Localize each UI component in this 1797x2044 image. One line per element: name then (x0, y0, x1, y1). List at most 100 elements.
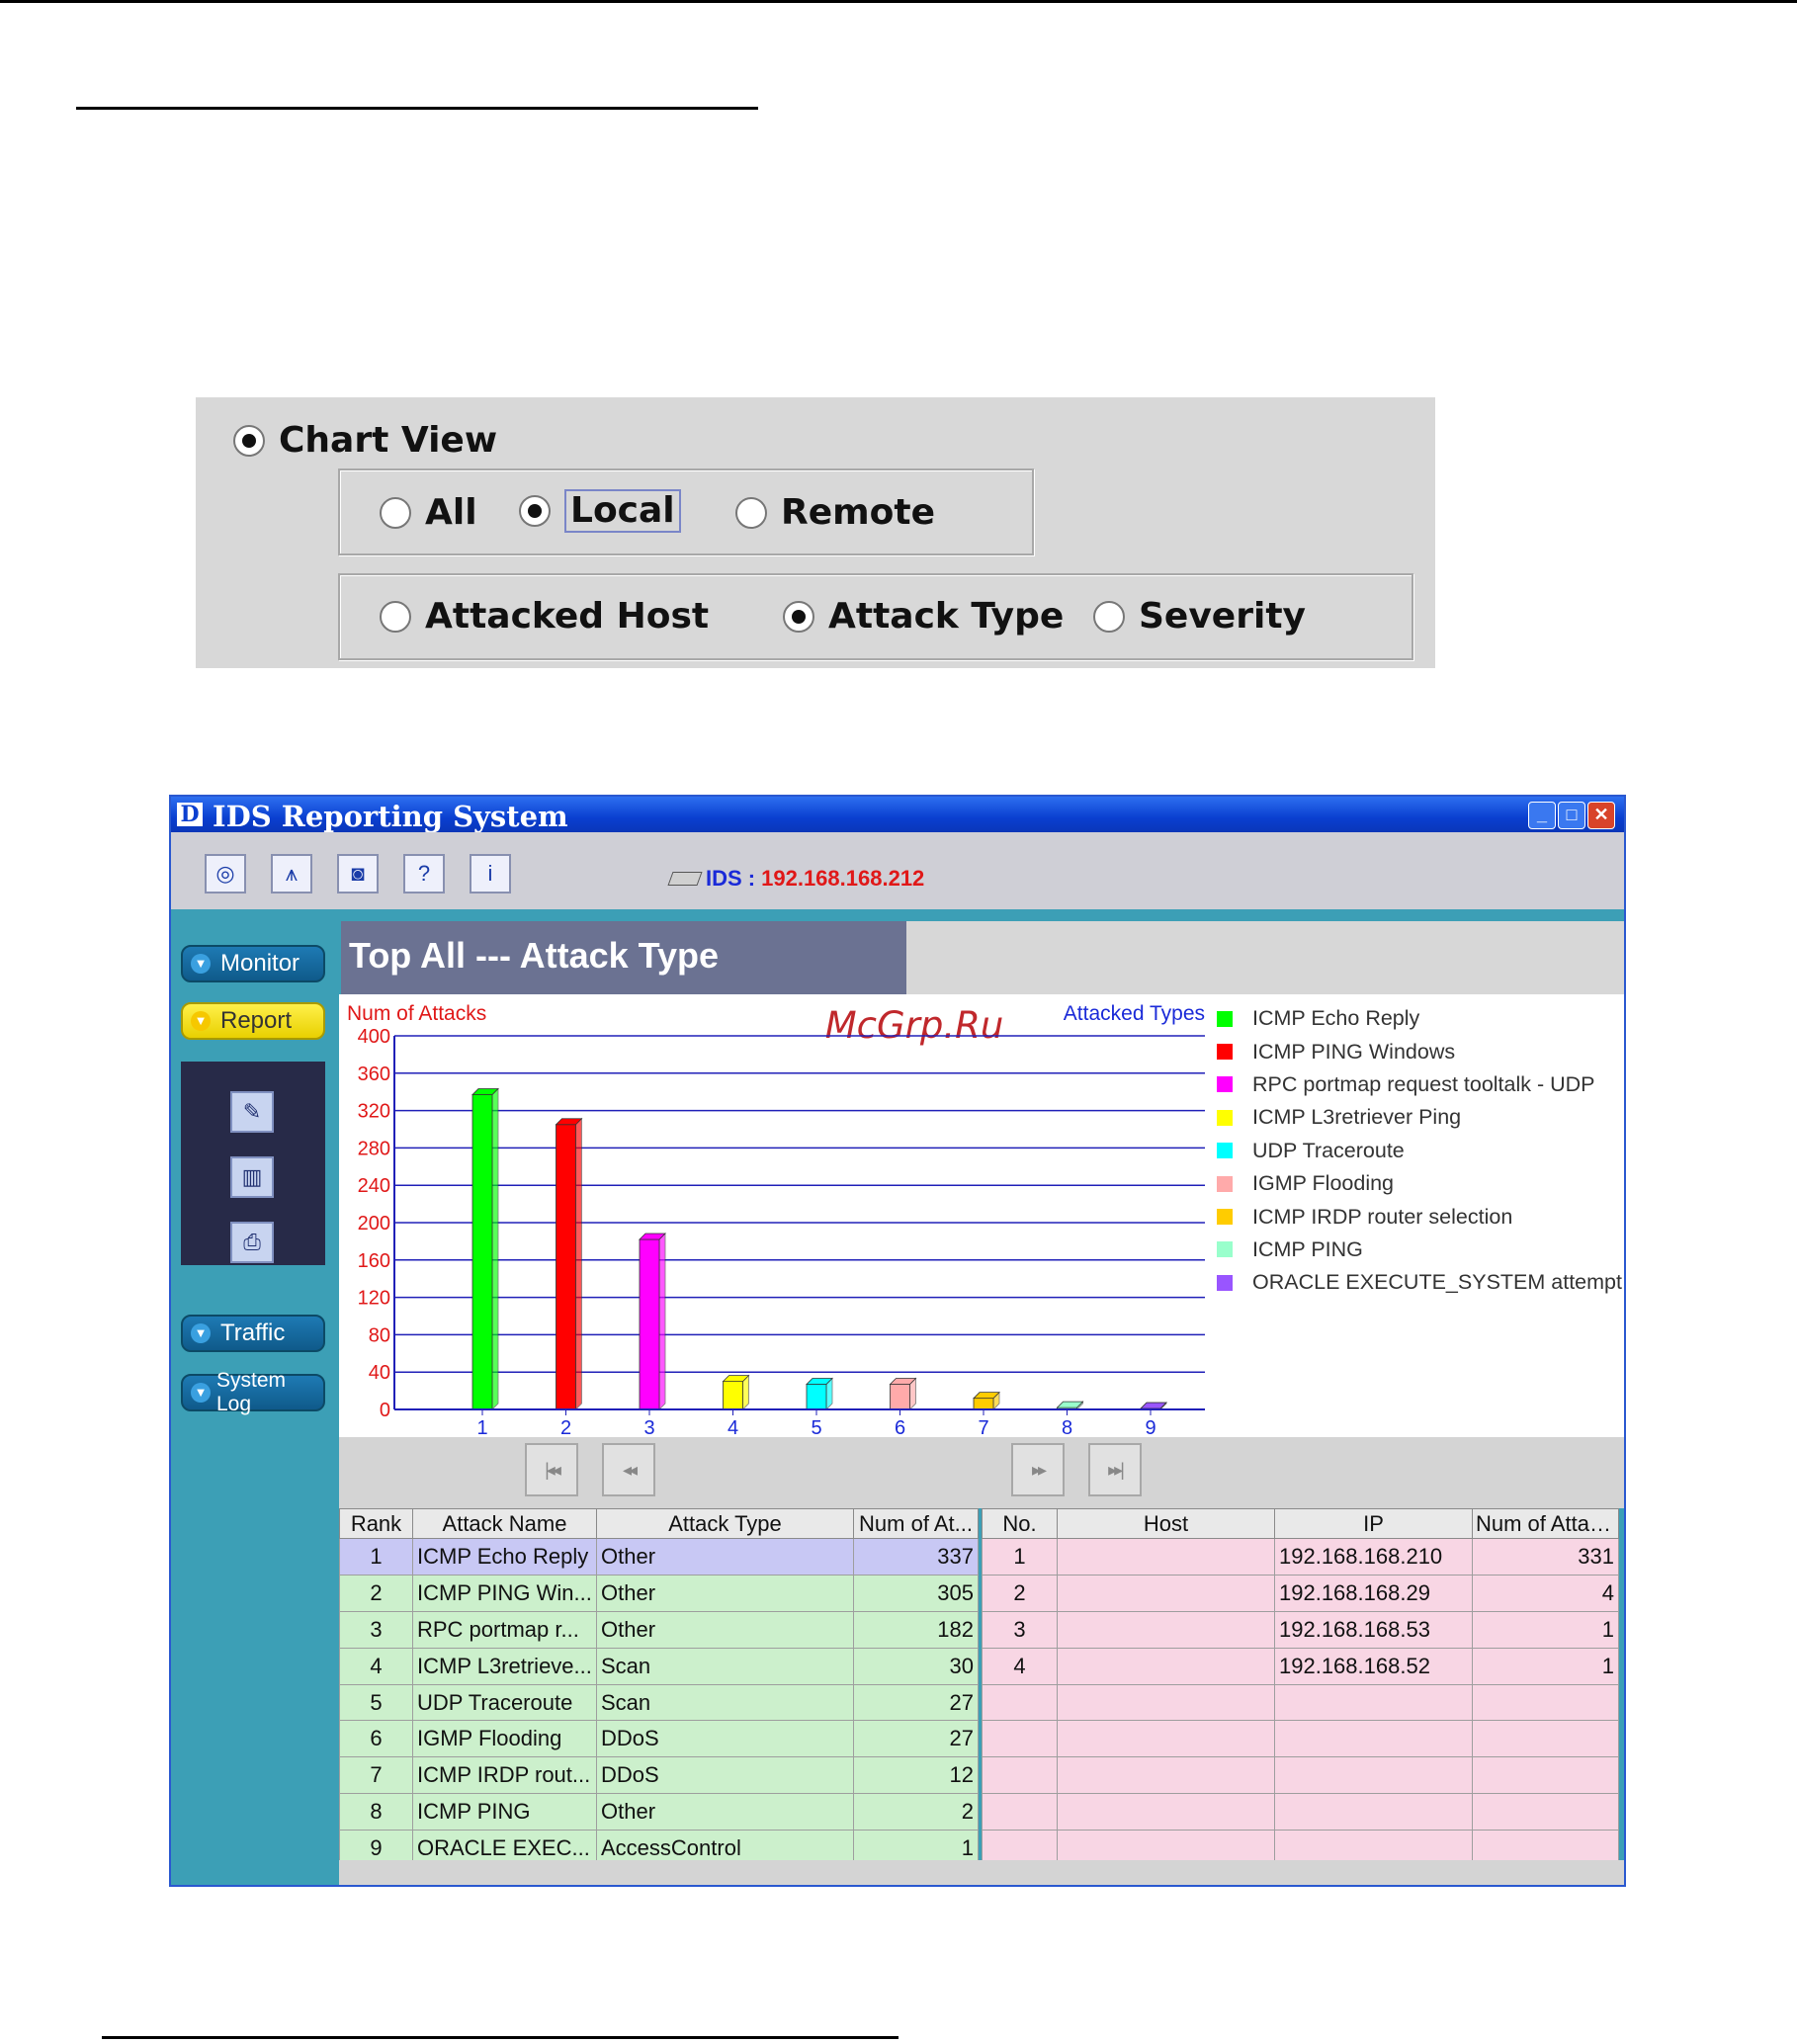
print-icon[interactable]: ⎙ (230, 1222, 274, 1263)
help-icon[interactable]: ? (403, 854, 445, 894)
last-page-icon[interactable]: ▸▸| (1088, 1443, 1142, 1496)
table-cell (1057, 1793, 1275, 1831)
nav-system-log[interactable]: ▼ System Log (181, 1369, 325, 1415)
camera-icon[interactable]: ◙ (337, 854, 379, 894)
col-rank[interactable]: Rank (339, 1508, 413, 1539)
table-row[interactable] (982, 1720, 1619, 1758)
chevron-down-icon: ▼ (191, 1323, 211, 1343)
col-num-attacks-host[interactable]: Num of Attac... (1472, 1508, 1619, 1539)
prev-page-icon[interactable]: ◂◂ (602, 1443, 655, 1496)
col-attack-type[interactable]: Attack Type (596, 1508, 854, 1539)
table-cell: 2 (853, 1793, 979, 1831)
y-tick-label: 400 (358, 1026, 390, 1048)
table-cell (1274, 1720, 1473, 1758)
table-row[interactable]: 4 ICMP L3retrieve... Scan 30 (339, 1647, 979, 1685)
col-host[interactable]: Host (1057, 1508, 1275, 1539)
info-icon[interactable]: i (470, 854, 511, 894)
y-tick-label: 200 (358, 1213, 390, 1235)
nav-monitor[interactable]: ▼ Monitor (181, 945, 325, 982)
table-row[interactable] (982, 1756, 1619, 1795)
window-titlebar[interactable]: D IDS Reporting System _ □ ✕ (171, 797, 1624, 833)
next-page-icon[interactable]: ▸▸ (1011, 1443, 1065, 1496)
legend-swatch (1217, 1241, 1233, 1258)
table-cell: 2 (982, 1574, 1058, 1612)
col-num-attacks[interactable]: Num of At... (853, 1508, 979, 1539)
scope-radio-all[interactable]: All (380, 495, 477, 531)
bar-1 (471, 1087, 499, 1410)
first-page-icon[interactable]: |◂◂ (525, 1443, 578, 1496)
y-tick-label: 80 (369, 1324, 390, 1346)
category-radio-attack-type[interactable]: Attack Type (783, 599, 1064, 635)
close-icon[interactable]: ✕ (1587, 802, 1615, 829)
report-subnav: ✎ ▥ ⎙ (181, 1062, 325, 1265)
legend-item: ICMP Echo Reply (1217, 1002, 1624, 1035)
legend-item: ICMP IRDP router selection (1217, 1200, 1624, 1233)
table-cell: 4 (339, 1647, 413, 1685)
y-tick-label: 280 (358, 1138, 390, 1159)
table-row[interactable]: 2 ICMP PING Win... Other 305 (339, 1574, 979, 1612)
legend-label: UDP Traceroute (1252, 1138, 1405, 1162)
table-cell: 5 (339, 1683, 413, 1722)
table-cell: Scan (596, 1647, 854, 1685)
attack-table: Rank Attack Name Attack Type Num of At..… (339, 1508, 979, 1868)
col-ip[interactable]: IP (1274, 1508, 1473, 1539)
table-cell (1057, 1538, 1275, 1576)
minimize-icon[interactable]: _ (1528, 802, 1556, 829)
tower-icon[interactable]: ⩚ (271, 854, 312, 894)
ids-address: IDS : 192.168.168.212 (667, 866, 924, 892)
table-row[interactable] (982, 1793, 1619, 1831)
bar-side (575, 1117, 582, 1410)
table-row[interactable] (982, 1683, 1619, 1722)
scope-radio-remote[interactable]: Remote (735, 495, 935, 531)
report-chart-icon[interactable]: ▥ (230, 1156, 274, 1198)
nav-report[interactable]: ▼ Report (181, 1002, 325, 1040)
category-radio-attacked-host[interactable]: Attacked Host (380, 599, 709, 635)
table-row[interactable]: 3 192.168.168.53 1 (982, 1610, 1619, 1649)
y-tick-label: 360 (358, 1064, 390, 1085)
table-row[interactable]: 6 IGMP Flooding DDoS 27 (339, 1720, 979, 1758)
table-cell: Other (596, 1538, 854, 1576)
scope-label-local: Local (564, 489, 681, 533)
chart-view-radio[interactable]: Chart View (233, 423, 497, 459)
col-attack-name[interactable]: Attack Name (412, 1508, 597, 1539)
col-no[interactable]: No. (982, 1508, 1058, 1539)
table-cell: ICMP PING Win... (412, 1574, 597, 1612)
bar-front (639, 1238, 660, 1410)
table-cell: 4 (982, 1647, 1058, 1685)
radio-indicator (519, 495, 551, 527)
scope-radio-local[interactable]: Local (519, 489, 681, 533)
legend-swatch (1217, 1209, 1233, 1226)
maximize-icon[interactable]: □ (1558, 802, 1585, 829)
bar-side (658, 1233, 666, 1410)
table-cell: Other (596, 1793, 854, 1831)
legend-swatch (1217, 1175, 1233, 1192)
table-row[interactable]: 5 UDP Traceroute Scan 27 (339, 1683, 979, 1722)
globe-icon[interactable]: ◎ (205, 854, 246, 894)
table-cell: 6 (339, 1720, 413, 1758)
table-row[interactable]: 3 RPC portmap r... Other 182 (339, 1610, 979, 1649)
table-cell (1057, 1756, 1275, 1795)
legend-item: ICMP L3retriever Ping (1217, 1101, 1624, 1134)
y-tick-label: 320 (358, 1101, 390, 1123)
category-radio-severity[interactable]: Severity (1093, 599, 1306, 635)
nav-traffic[interactable]: ▼ Traffic (181, 1315, 325, 1352)
table-row[interactable]: 7 ICMP IRDP rout... DDoS 12 (339, 1756, 979, 1795)
legend-item: ORACLE EXECUTE_SYSTEM attempt (1217, 1266, 1624, 1299)
table-cell (982, 1756, 1058, 1795)
report-view-icon[interactable]: ✎ (230, 1091, 274, 1133)
table-row[interactable]: 1 192.168.168.210 331 (982, 1538, 1619, 1576)
table-cell: 8 (339, 1793, 413, 1831)
x-tick-label: 1 (476, 1417, 487, 1437)
table-row[interactable]: 8 ICMP PING Other 2 (339, 1793, 979, 1831)
table-row[interactable]: 2 192.168.168.29 4 (982, 1574, 1619, 1612)
table-cell (1057, 1683, 1275, 1722)
legend-label: ICMP L3retriever Ping (1252, 1105, 1462, 1130)
table-footer-bar (339, 1860, 1624, 1885)
toolbar: ◎ ⩚ ◙ ? i IDS : 192.168.168.212 (171, 832, 1624, 909)
radio-indicator (380, 497, 411, 529)
table-row[interactable]: 4 192.168.168.52 1 (982, 1647, 1619, 1685)
bar-front (556, 1124, 576, 1410)
table-row[interactable]: 1 ICMP Echo Reply Other 337 (339, 1538, 979, 1576)
bar-4 (722, 1374, 750, 1410)
y-tick-label: 120 (358, 1288, 390, 1310)
